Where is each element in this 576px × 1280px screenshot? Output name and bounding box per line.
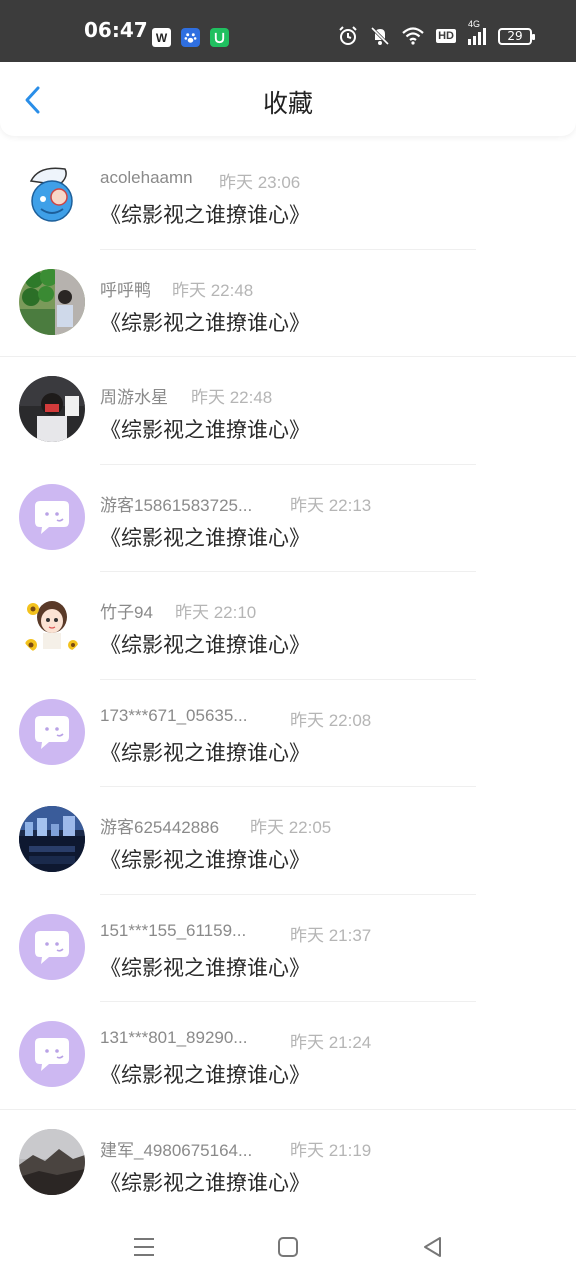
timestamp: 昨天 22:08	[290, 710, 372, 730]
user-name[interactable]: 173***671_05635...	[100, 706, 247, 725]
signal-4g-icon: 4G	[468, 19, 486, 45]
back-triangle-icon	[424, 1237, 441, 1257]
item-meta: 131***801_89290... 昨天 21:24	[100, 1028, 371, 1052]
item-meta: 建军_4980675164... 昨天 21:19	[100, 1136, 371, 1161]
favorited-book-title[interactable]: 《综影视之谁撩谁心》	[100, 307, 310, 337]
mute-bell-icon	[371, 26, 390, 46]
item-meta: 呼呼鸭 昨天 22:48	[100, 276, 253, 301]
list-item[interactable]: 151***155_61159... 昨天 21:37 《综影视之谁撩谁心》	[0, 895, 576, 1002]
list-item[interactable]: 173***671_05635... 昨天 22:08 《综影视之谁撩谁心》	[0, 680, 576, 787]
avatar[interactable]	[19, 1128, 85, 1195]
user-name[interactable]: 游客625442886	[100, 818, 219, 837]
favorited-book-title[interactable]: 《综影视之谁撩谁心》	[100, 522, 310, 552]
user-name[interactable]: acolehaamn	[100, 168, 193, 187]
system-nav-bar	[0, 1214, 576, 1280]
status-bar: 06:47 W HD 4G 29	[0, 0, 576, 62]
status-time: 06:47	[84, 18, 148, 42]
home-button[interactable]	[273, 1232, 303, 1262]
header: 收藏	[0, 62, 576, 136]
timestamp: 昨天 22:48	[191, 388, 273, 407]
list-item[interactable]: acolehaamn 昨天 23:06 《综影视之谁撩谁心》	[0, 142, 576, 250]
timestamp: 昨天 21:19	[290, 1140, 372, 1160]
avatar[interactable]	[19, 376, 85, 442]
avatar[interactable]	[19, 591, 85, 657]
favorited-book-title[interactable]: 《综影视之谁撩谁心》	[100, 952, 310, 982]
menu-button[interactable]	[129, 1232, 159, 1262]
user-name[interactable]: 呼呼鸭	[100, 281, 151, 300]
avatar[interactable]	[19, 698, 85, 765]
item-meta: 游客15861583725... 昨天 22:13	[100, 491, 371, 516]
user-name[interactable]: 151***155_61159...	[100, 921, 246, 940]
wps-app-icon: W	[152, 28, 171, 47]
user-name[interactable]: 竹子94	[100, 603, 153, 622]
menu-icon	[134, 1238, 154, 1256]
favorited-book-title[interactable]: 《综影视之谁撩谁心》	[100, 1167, 310, 1197]
network-type: 4G	[468, 19, 481, 29]
list-item[interactable]: 131***801_89290... 昨天 21:24 《综影视之谁撩谁心》	[0, 1002, 576, 1110]
list-item[interactable]: 竹子94 昨天 22:10 《综影视之谁撩谁心》	[0, 572, 576, 680]
favorited-book-title[interactable]: 《综影视之谁撩谁心》	[100, 1059, 310, 1089]
favorited-book-title[interactable]: 《综影视之谁撩谁心》	[100, 629, 310, 659]
user-name[interactable]: 建军_4980675164...	[100, 1141, 252, 1160]
list-item[interactable]: 呼呼鸭 昨天 22:48 《综影视之谁撩谁心》	[0, 250, 576, 357]
item-meta: acolehaamn 昨天 23:06	[100, 168, 300, 192]
user-name[interactable]: 131***801_89290...	[100, 1028, 247, 1047]
timestamp: 昨天 21:37	[290, 925, 372, 945]
favorites-list: acolehaamn 昨天 23:06 《综影视之谁撩谁心》 呼呼鸭 昨天 22:48 《…	[0, 142, 576, 1217]
item-meta: 151***155_61159... 昨天 21:37	[100, 921, 371, 945]
item-meta: 周游水星 昨天 22:48	[100, 383, 272, 408]
user-name[interactable]: 游客15861583725...	[100, 496, 252, 515]
list-item[interactable]: 游客15861583725... 昨天 22:13 《综影视之谁撩谁心》	[0, 465, 576, 572]
user-name[interactable]: 周游水星	[100, 388, 168, 407]
favorited-book-title[interactable]: 《综影视之谁撩谁心》	[100, 414, 310, 444]
list-item[interactable]: 周游水星 昨天 22:48 《综影视之谁撩谁心》	[0, 357, 576, 465]
baidu-app-icon	[181, 28, 200, 47]
battery-indicator: 29	[498, 27, 535, 45]
list-item[interactable]: 建军_4980675164... 昨天 21:19 《综影视之谁撩谁心》	[0, 1110, 576, 1218]
favorited-book-title[interactable]: 《综影视之谁撩谁心》	[100, 844, 310, 874]
avatar[interactable]	[19, 268, 85, 335]
avatar[interactable]	[19, 1021, 85, 1087]
favorited-book-title[interactable]: 《综影视之谁撩谁心》	[100, 737, 310, 767]
avatar[interactable]	[19, 806, 85, 872]
item-meta: 游客625442886 昨天 22:05	[100, 813, 331, 838]
favorited-book-title[interactable]: 《综影视之谁撩谁心》	[100, 199, 310, 229]
page-title: 收藏	[262, 89, 313, 118]
timestamp: 昨天 22:10	[175, 603, 257, 622]
avatar[interactable]	[19, 483, 85, 550]
item-meta: 173***671_05635... 昨天 22:08	[100, 706, 371, 730]
timestamp: 昨天 22:13	[290, 495, 372, 515]
status-app-icons: W	[152, 28, 229, 47]
status-right-icons: HD 4G 29	[338, 19, 535, 46]
home-square-icon	[278, 1237, 298, 1257]
timestamp: 昨天 23:06	[219, 173, 301, 192]
alarm-icon	[339, 26, 357, 45]
wifi-icon	[402, 27, 424, 45]
green-app-icon	[210, 28, 229, 47]
avatar[interactable]	[19, 913, 85, 980]
item-meta: 竹子94 昨天 22:10	[100, 598, 256, 623]
list-item[interactable]: 游客625442886 昨天 22:05 《综影视之谁撩谁心》	[0, 787, 576, 895]
hd-icon: HD	[436, 29, 456, 43]
timestamp: 昨天 22:48	[172, 280, 254, 300]
avatar[interactable]	[19, 161, 85, 227]
timestamp: 昨天 21:24	[290, 1033, 372, 1052]
nav-back-button[interactable]	[417, 1232, 447, 1262]
timestamp: 昨天 22:05	[250, 818, 332, 837]
